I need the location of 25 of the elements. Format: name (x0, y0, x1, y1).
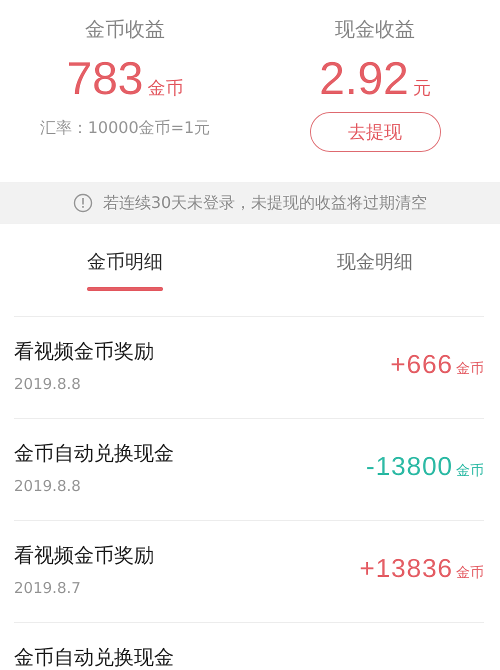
record-title: 看视频金币奖励 (14, 543, 154, 567)
record-unit: 金币 (456, 462, 484, 480)
record-unit: 金币 (456, 360, 484, 378)
summary-unit: 金币 (147, 77, 184, 100)
record-title: 看视频金币奖励 (14, 339, 154, 363)
summary-title: 现金收益 (335, 16, 415, 43)
record-unit: 金币 (456, 564, 484, 582)
withdraw-button[interactable]: 去提现 (310, 112, 440, 152)
record-amount: -13800 (366, 451, 453, 482)
exchange-rate: 汇率：10000金币=1元 (40, 118, 210, 139)
tab[interactable]: 现金明细 (250, 224, 500, 316)
record-title: 金币自动兑换现金 (14, 645, 174, 669)
info-icon (72, 193, 93, 213)
summary-value: 2.92 (319, 51, 409, 106)
record-amount: +13836 (360, 553, 453, 584)
record-date: 2019.8.8 (14, 375, 82, 393)
record-date: 2019.8.7 (14, 579, 82, 597)
summary-title: 金币收益 (85, 16, 165, 43)
record-amount: +666 (390, 349, 453, 380)
record-title: 金币自动兑换现金 (14, 441, 174, 465)
summary-unit: 元 (412, 77, 431, 100)
notice-text: 若连续30天未登录，未提现的收益将过期清空 (102, 192, 428, 214)
summary-value: 783 (66, 51, 144, 106)
record-date: 2019.8.8 (14, 477, 82, 495)
tab[interactable]: 金币明细 (0, 224, 250, 316)
